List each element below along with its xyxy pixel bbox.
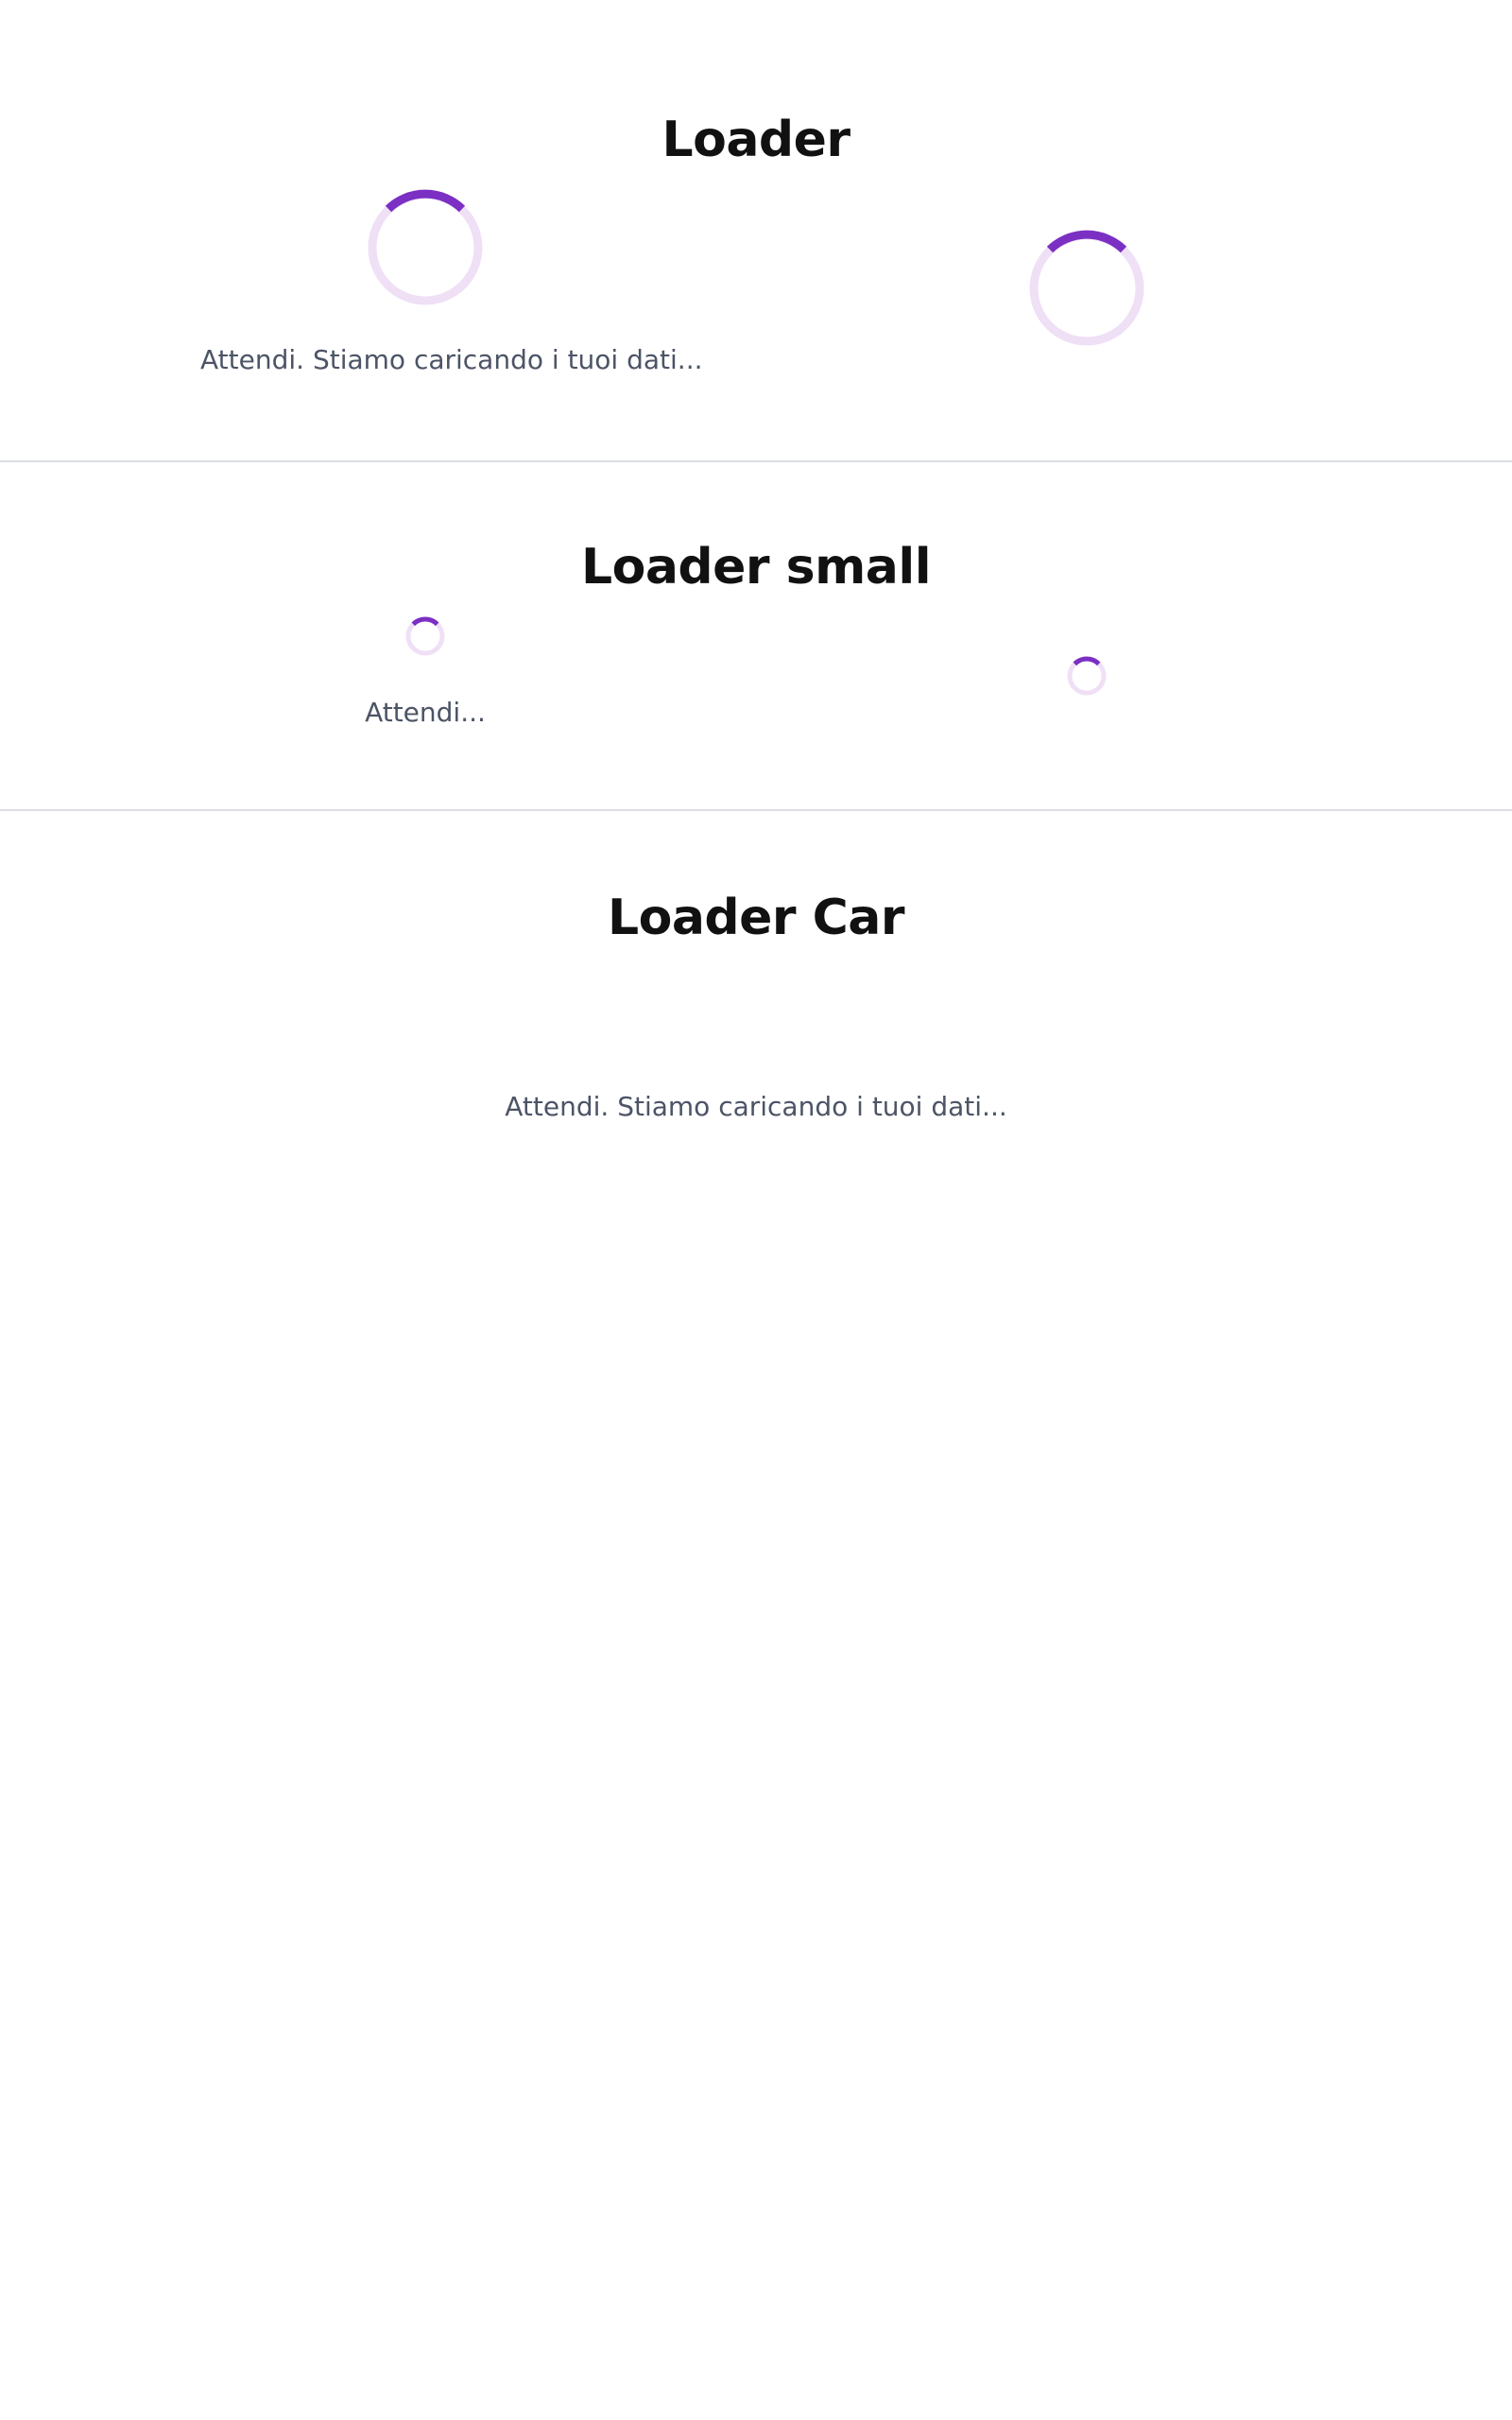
loader-car-section: Loader Car Attendi. Stiamo caricando i t… [0,810,1512,2417]
spinner-track [368,190,483,305]
loader-section: Loader Attendi. Stiamo caricando i tuoi … [0,0,1512,462]
loader-small-caption: Attendi... [365,697,486,728]
spinner-arc [1046,230,1127,253]
loader-car-heading: Loader Car [607,890,905,946]
loader-spinner-with-caption [368,189,483,305]
loader-small-spinner [1067,656,1107,696]
loader-small-heading: Loader small [580,539,932,596]
loader-spinner [1029,230,1144,346]
spinner-arc [1073,656,1101,666]
loader-small-spinner-with-caption [405,616,445,656]
loader-caption: Attendi. Stiamo caricando i tuoi dati... [200,344,703,375]
loader-car-caption: Attendi. Stiamo caricando i tuoi dati... [505,1091,1007,1122]
spinner-arc [385,189,466,213]
spinner-arc [411,616,439,627]
loader-heading: Loader [662,112,850,168]
spinner-track [1029,231,1144,346]
loader-small-section: Loader small Attendi... [0,461,1512,811]
